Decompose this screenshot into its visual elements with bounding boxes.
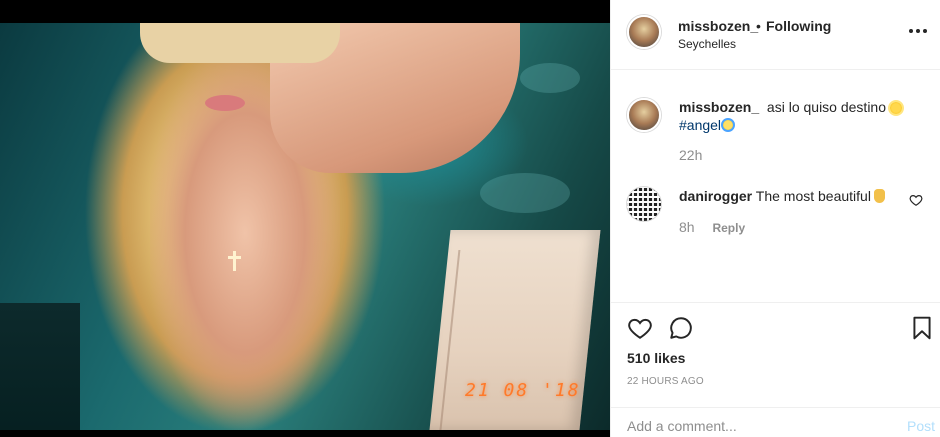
post-timestamp[interactable]: 22 HOURS AGO xyxy=(627,376,704,387)
post-comment-button[interactable]: Post xyxy=(907,418,935,434)
caption-hashtag[interactable]: #angel xyxy=(679,117,721,133)
bookmark-icon[interactable] xyxy=(909,315,935,341)
comment-text-block: danirogger The most beautiful xyxy=(679,187,919,205)
comment-icon[interactable] xyxy=(668,315,694,341)
post-actions: 510 likes 22 HOURS AGO xyxy=(611,302,940,407)
add-comment-bar: Post xyxy=(611,407,940,437)
caption-time[interactable]: 22h xyxy=(679,147,702,163)
comment-meta: 8h Reply xyxy=(679,219,745,235)
comment-text: The most beautiful xyxy=(755,188,871,204)
heart-icon[interactable] xyxy=(627,315,653,341)
commenter-avatar[interactable] xyxy=(627,187,661,221)
header-separator: • xyxy=(756,18,761,34)
photo-date-stamp: 21 08 '18 xyxy=(465,380,581,401)
water-reflection xyxy=(480,173,570,213)
add-comment-input[interactable] xyxy=(627,418,887,434)
caption-text: asi lo quiso destino xyxy=(766,99,886,115)
post-header: missbozen_ • Following Seychelles xyxy=(611,0,940,70)
more-options-icon[interactable] xyxy=(906,24,930,38)
post-photo[interactable] xyxy=(0,23,610,430)
dark-ledge xyxy=(0,303,80,430)
sun-emoji-icon xyxy=(890,102,902,114)
author-avatar[interactable] xyxy=(627,15,661,49)
caption-username[interactable]: missbozen_ xyxy=(679,99,759,115)
comment-time[interactable]: 8h xyxy=(679,219,695,235)
cross-necklace xyxy=(228,251,241,271)
comments-list: missbozen_ asi lo quiso destino #angel 2… xyxy=(611,70,940,302)
comment-like-heart-icon[interactable] xyxy=(909,193,923,207)
caption-author-avatar[interactable] xyxy=(627,98,661,132)
reply-button[interactable]: Reply xyxy=(712,221,745,235)
pointing-hand-emoji-icon xyxy=(873,189,885,203)
smiling-halo-emoji-icon xyxy=(721,118,736,132)
post-location[interactable]: Seychelles xyxy=(678,37,736,51)
following-button[interactable]: Following xyxy=(766,18,831,34)
post-media[interactable]: 21 08 '18 xyxy=(0,0,610,437)
author-username[interactable]: missbozen_ xyxy=(678,18,758,34)
caption-text-block: missbozen_ asi lo quiso destino #angel xyxy=(679,98,919,134)
likes-count[interactable]: 510 likes xyxy=(627,350,685,366)
lips xyxy=(205,95,245,111)
water-reflection xyxy=(520,63,580,93)
hat-brim xyxy=(140,23,340,63)
post-side-panel: missbozen_ • Following Seychelles missbo… xyxy=(610,0,940,437)
comment-username[interactable]: danirogger xyxy=(679,188,752,204)
